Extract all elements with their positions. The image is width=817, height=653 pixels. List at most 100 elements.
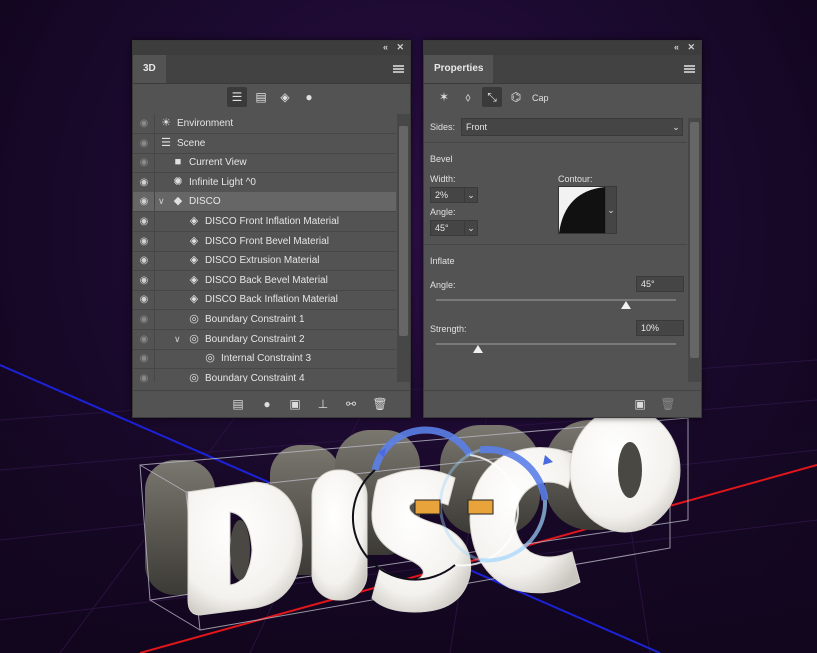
angle-field[interactable]: 45° ⌄ [430,220,478,236]
strength-slider-thumb[interactable] [473,345,483,353]
tab-3d[interactable]: 3D [133,55,166,83]
layer-row[interactable]: ◉ ◈ DISCO Back Inflation Material [133,290,396,311]
visibility-eye-icon[interactable]: ◉ [137,192,151,211]
layer-row[interactable]: ◉ ◎ Boundary Constraint 1 [133,310,396,330]
sides-dropdown[interactable]: Front ⌄ [461,118,683,136]
bevel-heading: Bevel [430,154,453,164]
constraint-handle-left[interactable] [414,499,441,515]
inflate-angle-slider[interactable] [436,299,676,301]
layer-row[interactable]: ◉ ☀ Environment [133,114,396,134]
properties-bottom-bar: ▣ 🗑 [424,390,701,417]
layer-row[interactable]: ◉ ◈ DISCO Back Bevel Material [133,270,396,291]
expand-chevron-icon[interactable]: ∨ [174,330,181,349]
materials-filter-icon[interactable]: ◈ [275,87,295,107]
contour-preview[interactable] [558,186,606,234]
layer-type-icon: ☀ [161,117,171,129]
layer-label: Boundary Constraint 2 [205,333,305,345]
collapse-panel-icon[interactable]: « [383,42,388,52]
collapse-panel-icon[interactable]: « [674,42,679,52]
new-light-icon[interactable]: ● [258,395,276,413]
layer-row[interactable]: ◉ ◈ DISCO Extrusion Material [133,251,396,272]
visibility-eye-icon[interactable]: ◉ [137,153,151,172]
visibility-eye-icon[interactable]: ◉ [137,134,151,153]
inflate-angle-field[interactable]: 45° [636,276,684,292]
visibility-eye-icon[interactable]: ◉ [137,232,151,251]
visibility-eye-icon[interactable]: ◉ [137,251,151,270]
layer-row[interactable]: ◉ ◈ DISCO Front Bevel Material [133,231,396,252]
panel-menu-icon[interactable] [684,65,695,73]
angle-label: Angle: [430,207,456,217]
whole-scene-filter-icon[interactable]: ☰ [227,87,247,107]
visibility-eye-icon[interactable]: ◉ [137,114,151,133]
strength-field[interactable]: 10% [636,320,684,336]
layer-type-icon: ◈ [189,254,199,267]
visibility-eye-icon[interactable]: ◉ [137,290,151,309]
row-separator [154,270,155,290]
layer-type-icon: ◎ [189,371,199,382]
cap-mode-icon[interactable]: ⤡ [482,87,502,107]
layer-row[interactable]: ◉ ◈ DISCO Front Inflation Material [133,212,396,232]
width-field[interactable]: 2% ⌄ [430,187,478,203]
layer-row[interactable]: ◉ ∨ ◆ DISCO [133,192,396,213]
tab-properties[interactable]: Properties [424,55,494,83]
chevron-down-icon[interactable]: ⌄ [464,221,477,235]
layer-row[interactable]: ◉ ✺ Infinite Light ^0 [133,172,396,193]
strength-slider[interactable] [436,343,676,345]
trash-icon[interactable]: 🗑 [371,395,389,413]
inflate-angle-value: 45° [641,279,655,289]
drop-to-plane-icon[interactable]: ⊥ [314,395,332,413]
layer-row[interactable]: ◉ ☰ Scene [133,133,396,154]
close-panel-icon[interactable]: ✕ [687,42,695,53]
layer-row[interactable]: ◉ ■ Current View [133,153,396,174]
layer-row[interactable]: ◉ ∨ ◎ Boundary Constraint 2 [133,329,396,350]
width-label: Width: [430,174,456,184]
contour-curve-icon [559,187,605,233]
coordinates-mode-icon[interactable]: ⌬ [506,87,526,107]
scrollbar-thumb[interactable] [399,126,408,336]
constraint-handle-right[interactable] [467,499,494,515]
trash-icon[interactable]: 🗑 [659,395,677,413]
layer-label: DISCO Front Inflation Material [205,216,339,227]
layer-list-scrollbar[interactable] [397,114,410,382]
layer-row[interactable]: ◉ ◎ Internal Constraint 3 [133,349,396,370]
scrollbar-thumb[interactable] [690,122,699,358]
expand-chevron-icon[interactable]: ∨ [158,192,165,211]
layer-label: DISCO [189,196,221,208]
strength-label: Strength: [430,324,467,334]
row-separator [154,153,155,173]
layer-type-icon: ☰ [161,136,171,149]
inflate-heading: Inflate [430,256,455,266]
layer-label: Internal Constraint 3 [221,353,312,365]
chevron-down-icon[interactable]: ⌄ [464,188,477,202]
new-mesh-icon[interactable]: ▤ [229,395,247,413]
visibility-eye-icon[interactable]: ◉ [137,173,151,192]
visibility-eye-icon[interactable]: ◉ [137,349,151,368]
close-panel-icon[interactable]: ✕ [396,42,404,53]
meshes-filter-icon[interactable]: ▤ [251,87,271,107]
properties-mode-bar: ✶ ⬨ ⤡ ⌬ Cap [424,84,701,112]
panel-menu-icon[interactable] [393,65,404,73]
visibility-eye-icon[interactable]: ◉ [137,212,151,231]
render-icon[interactable]: ▣ [631,395,649,413]
mesh-mode-icon[interactable]: ✶ [434,87,454,107]
lights-filter-icon[interactable]: ● [299,87,319,107]
visibility-eye-icon[interactable]: ◉ [137,330,151,349]
contour-dropdown-arrow[interactable]: ⌄ [605,186,617,234]
chevron-down-icon: ⌄ [672,122,680,132]
properties-scrollbar[interactable] [688,118,701,382]
inflate-angle-slider-thumb[interactable] [620,301,631,309]
layer-type-icon: ◎ [205,352,215,365]
layer-type-icon: ◎ [189,332,199,345]
visibility-eye-icon[interactable]: ◉ [137,310,151,329]
layer-label: Boundary Constraint 4 [205,372,305,382]
row-separator [154,290,155,310]
visibility-eye-icon[interactable]: ◉ [137,369,151,382]
layer-row[interactable]: ◉ ◎ Boundary Constraint 4 [133,368,396,382]
split-extrusion-icon[interactable]: ⚯ [342,395,360,413]
layer-type-icon: ◆ [173,195,183,208]
visibility-eye-icon[interactable]: ◉ [137,271,151,290]
layer-label: Scene [177,137,206,149]
render-icon[interactable]: ▣ [286,395,304,413]
layer-label: Boundary Constraint 1 [205,314,305,325]
deform-mode-icon[interactable]: ⬨ [458,87,478,107]
